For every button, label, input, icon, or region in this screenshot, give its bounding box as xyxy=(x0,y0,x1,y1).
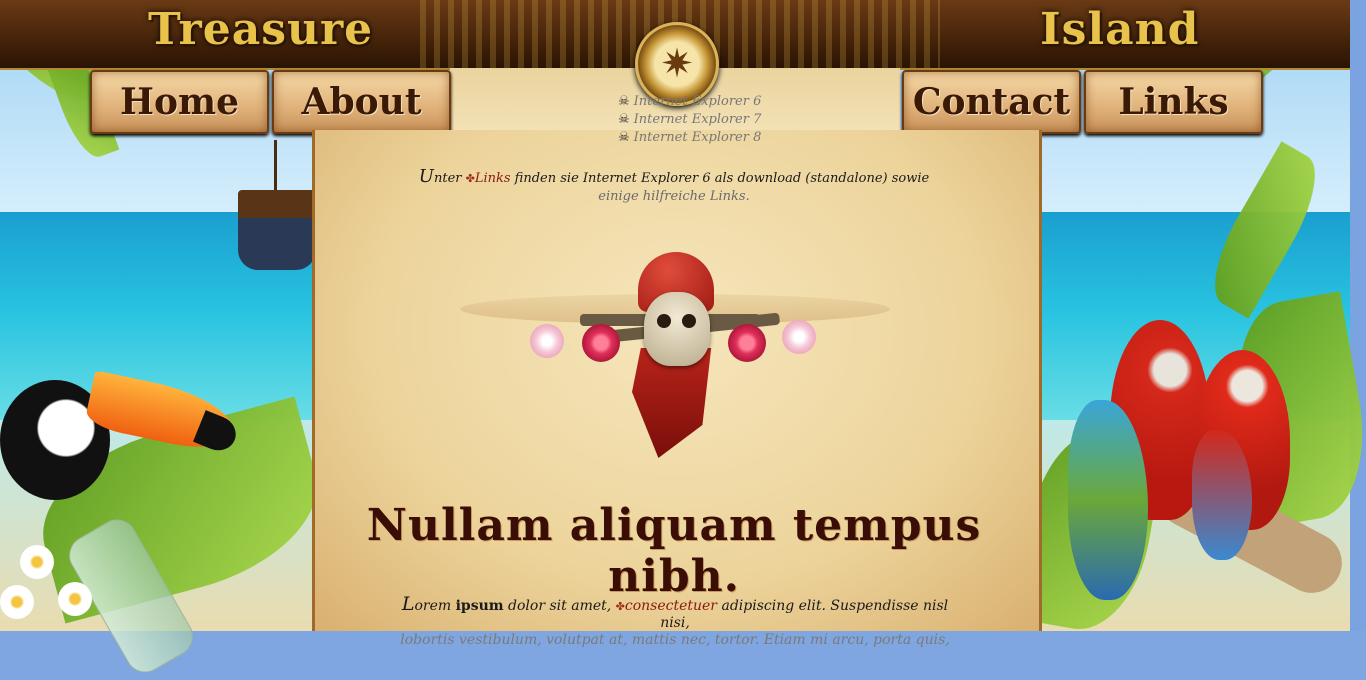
pirate-skull-emblem xyxy=(460,252,890,492)
nav-links-button[interactable]: Links xyxy=(1084,70,1263,134)
ie-list-item[interactable]: ☠ Internet Explorer 6 xyxy=(618,93,761,111)
logo-right: Island xyxy=(1040,4,1200,55)
ie-link[interactable]: Internet Explorer 8 xyxy=(634,129,762,147)
plumeria-flower xyxy=(20,545,54,579)
logo-left: Treasure xyxy=(148,4,374,55)
window-edge xyxy=(1350,0,1366,631)
intro-text: finden sie Internet Explorer 6 als downl… xyxy=(510,171,930,186)
ie-list-item[interactable]: ☠ Internet Explorer 7 xyxy=(618,111,761,129)
body-text: orem xyxy=(414,598,456,614)
ie-download-list: ☠ Internet Explorer 6 ☠ Internet Explore… xyxy=(618,93,761,147)
intro-paragraph: Unter ✤Links finden sie Internet Explore… xyxy=(312,168,1036,206)
body-text-line2: lobortis vestibulum, volutpat at, mattis… xyxy=(400,632,950,648)
consectetuer-link[interactable]: consectetuer xyxy=(625,598,717,614)
nav-home-button[interactable]: Home xyxy=(90,70,269,134)
intro-subtext: einige hilfreiche Links. xyxy=(598,189,750,204)
pirate-ship-image xyxy=(238,140,318,280)
skull-crossbones-icon: ☠ xyxy=(618,112,630,127)
body-paragraph: Lorem ipsum dolor sit amet, ✤consectetue… xyxy=(400,593,950,649)
ie-link[interactable]: Internet Explorer 7 xyxy=(634,111,762,129)
intro-text: nter xyxy=(433,171,466,186)
body-text: dolor sit amet, xyxy=(503,598,616,614)
nav-about-button[interactable]: About xyxy=(272,70,451,134)
nav-contact-button[interactable]: Contact xyxy=(902,70,1081,134)
ie-list-item[interactable]: ☠ Internet Explorer 8 xyxy=(618,129,761,147)
ie-link[interactable]: Internet Explorer 6 xyxy=(634,93,762,111)
links-link[interactable]: Links xyxy=(475,171,511,186)
drop-cap: U xyxy=(418,166,434,187)
page-headline: Nullam aliquam tempus nibh. xyxy=(366,500,982,602)
flower-icon: ✤ xyxy=(465,172,475,185)
drop-cap: L xyxy=(401,593,415,615)
skull-crossbones-icon: ☠ xyxy=(618,130,630,145)
flower-icon: ✤ xyxy=(615,600,625,613)
body-bold: ipsum xyxy=(455,598,504,614)
plumeria-flower xyxy=(0,585,34,619)
skull-crossbones-icon: ☠ xyxy=(618,94,630,109)
plumeria-flower xyxy=(58,582,92,616)
